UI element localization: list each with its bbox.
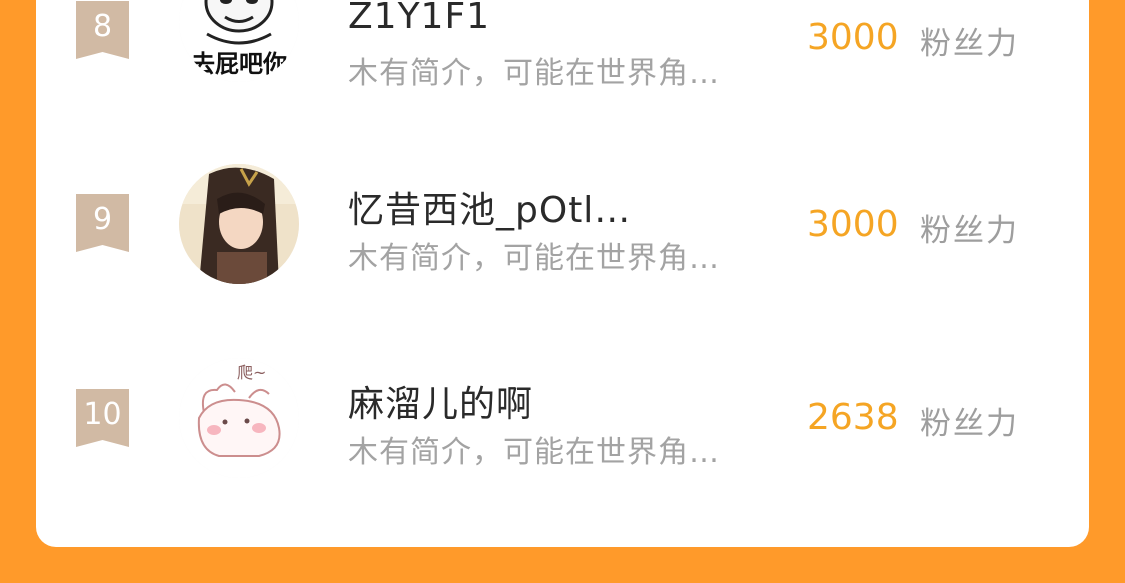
rank-badge: 9 — [76, 194, 129, 252]
user-bio: 木有简介，可能在世界角… — [348, 435, 720, 470]
rank-badge: 10 — [76, 389, 129, 447]
user-name[interactable]: 麻溜儿的啊 — [348, 375, 533, 427]
leaderboard-card: 8 去屁吧你 Z1Y1F1 木有简介，可能在世界角… 3000 粉丝力 9 忆昔… — [36, 0, 1089, 547]
bunny-sticker-avatar[interactable]: 爬~ — [179, 358, 299, 478]
fan-score-unit: 粉丝力 — [920, 26, 1019, 62]
user-bio: 木有简介，可能在世界角… — [348, 241, 720, 276]
fan-score: 2638 — [807, 397, 899, 438]
svg-text:去屁吧你: 去屁吧你 — [191, 50, 287, 78]
user-name[interactable]: 忆昔西池_pOtl… — [348, 181, 631, 233]
user-name[interactable]: Z1Y1F1 — [348, 0, 490, 37]
fan-score: 3000 — [807, 17, 899, 58]
meme-face-avatar[interactable]: 去屁吧你 — [179, 0, 299, 82]
svg-text:爬~: 爬~ — [237, 363, 266, 382]
rank-badge: 8 — [76, 1, 129, 59]
leaderboard-row[interactable]: 9 忆昔西池_pOtl… 木有简介，可能在世界角… 3000 粉丝力 — [36, 150, 1089, 300]
leaderboard-row[interactable]: 8 去屁吧你 Z1Y1F1 木有简介，可能在世界角… 3000 粉丝力 — [36, 0, 1089, 98]
fan-score-unit: 粉丝力 — [920, 213, 1019, 249]
user-bio: 木有简介，可能在世界角… — [348, 56, 720, 91]
fan-score: 3000 — [807, 204, 899, 245]
fan-score-unit: 粉丝力 — [920, 406, 1019, 442]
leaderboard-row[interactable]: 10 爬~ 麻溜儿的啊 木有简介，可能在世界角… 2638 粉丝力 — [36, 342, 1089, 492]
anime-portrait-avatar[interactable] — [179, 164, 299, 284]
